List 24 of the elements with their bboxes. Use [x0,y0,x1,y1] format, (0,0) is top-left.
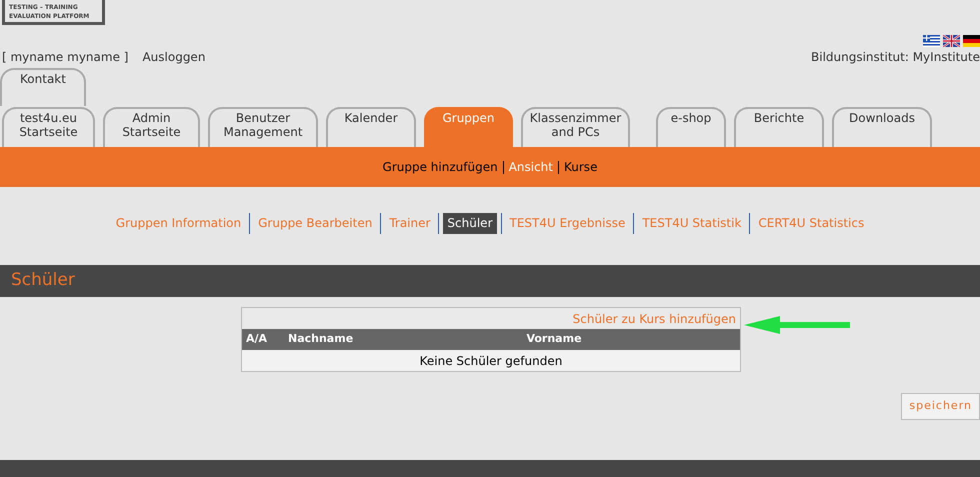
subnav-link[interactable]: Kurse [564,158,598,176]
uk-flag-icon[interactable] [943,35,960,47]
column-header: Nachname [287,331,354,348]
nav-tab[interactable]: Kontakt [0,68,86,106]
greek-flag-icon[interactable] [923,35,940,47]
nav-tab[interactable]: e-shop [656,107,726,147]
user-name: [ myname myname ] [2,49,128,66]
arrow-icon [742,314,852,336]
subnav-link[interactable]: Gruppe hinzufügen [382,158,498,176]
nav-tab[interactable]: Berichte [734,107,824,147]
column-header: Vorname [525,331,583,348]
logout-link[interactable]: Ausloggen [142,48,206,66]
institute-label: Bildungsinstitut: MyInstitute [811,49,980,66]
column-header: A/A [245,331,268,348]
nav-tab[interactable]: Klassenzimmer and PCs [521,107,630,147]
german-flag-icon[interactable] [963,35,980,47]
group-tab[interactable]: Schüler [443,212,496,234]
nav-tab[interactable]: test4u.eu Startseite [2,107,95,147]
nav-tab[interactable]: Downloads [832,107,932,147]
nav-tab[interactable]: Admin Startseite [103,107,200,147]
section-title: Schüler [11,269,75,292]
empty-message: Keine Schüler gefunden [420,352,562,370]
nav-tab[interactable]: Benutzer Management [208,107,318,147]
nav-tab[interactable]: Kalender [326,107,416,147]
